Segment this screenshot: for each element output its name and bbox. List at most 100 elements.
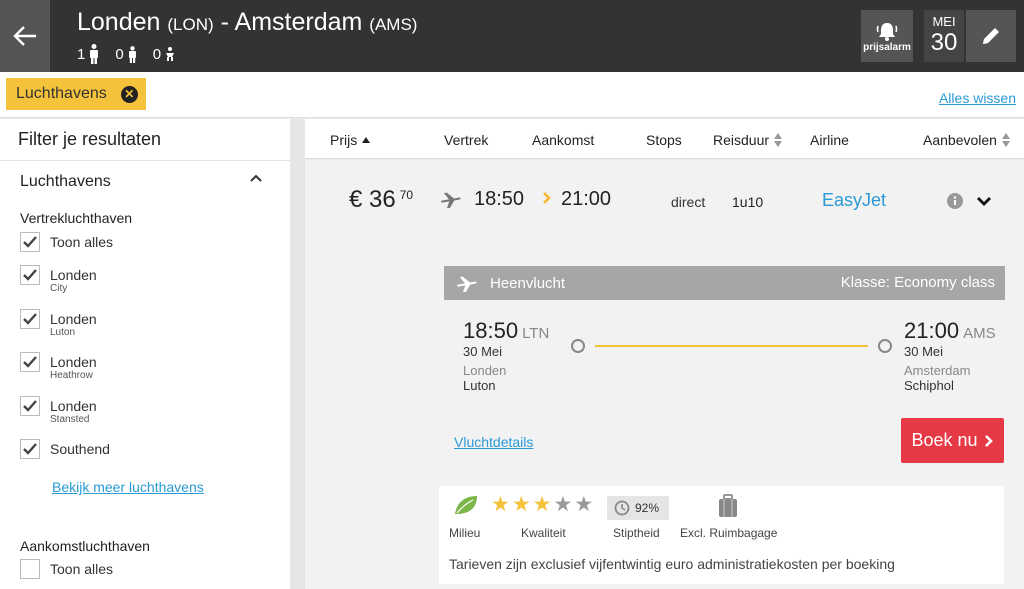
sort-departure-label: Vertrek xyxy=(444,132,489,148)
leg-departure-time: 18:50 xyxy=(463,318,519,343)
infant-icon xyxy=(166,47,175,61)
checkmark-icon xyxy=(23,269,37,281)
sort-arrival[interactable]: Aankomst xyxy=(532,132,594,148)
leg-arrival-city: Amsterdam xyxy=(904,363,971,378)
checkbox-southend[interactable]: Southend xyxy=(20,439,110,459)
sort-price[interactable]: Prijs xyxy=(330,132,371,148)
sort-duration[interactable]: Reisduur xyxy=(713,132,783,148)
filter-chip-label: Luchthavens xyxy=(16,85,107,102)
checkbox[interactable] xyxy=(20,439,40,459)
back-button[interactable] xyxy=(0,0,50,72)
sort-price-label: Prijs xyxy=(330,132,358,148)
punctuality-label: Stiptheid xyxy=(613,526,660,540)
arrow-left-icon xyxy=(13,26,36,46)
price-alarm-button[interactable]: prijsalarm xyxy=(861,10,913,62)
checkbox[interactable] xyxy=(20,396,40,416)
airline-name[interactable]: EasyJet xyxy=(822,190,886,211)
sort-recommended-label: Aanbevolen xyxy=(923,132,997,148)
destination-code: (AMS) xyxy=(369,15,418,34)
star-filled-icon: ★ xyxy=(532,493,552,516)
sort-airline-label: Airline xyxy=(810,132,849,148)
outbound-departure: 18:50 LTN 30 Mei Londen Luton xyxy=(463,318,549,393)
leg-departure-city: Londen xyxy=(463,363,507,378)
outbound-arrival: 21:00 AMS 30 Mei Amsterdam Schiphol xyxy=(904,318,996,393)
price-alarm-label: prijsalarm xyxy=(863,41,911,53)
chevron-down-icon[interactable] xyxy=(976,194,992,208)
sidebar-title: Filter je resultaten xyxy=(0,119,290,161)
checkbox[interactable] xyxy=(20,232,40,252)
sort-departure[interactable]: Vertrek xyxy=(444,132,488,148)
sidebar-scrollbar[interactable] xyxy=(290,119,305,589)
sort-stops[interactable]: Stops xyxy=(646,132,682,148)
flight-result: € 36 70 18:50 21:00 direct 1u10 EasyJet H… xyxy=(305,160,1024,589)
star-filled-icon: ★ xyxy=(511,493,531,516)
checkmark-icon xyxy=(23,443,37,455)
checkbox-london-luton[interactable]: Londen Luton xyxy=(20,309,97,339)
destination-city: Amsterdam xyxy=(234,8,363,36)
chevron-up-icon[interactable] xyxy=(248,171,264,187)
clock-icon xyxy=(614,500,630,516)
close-icon[interactable]: ✕ xyxy=(120,85,138,103)
checkbox-label: Toon alles xyxy=(50,561,114,577)
outbound-label: Heenvlucht xyxy=(490,274,566,292)
show-more-airports-link[interactable]: Bekijk meer luchthavens xyxy=(52,479,204,495)
sort-arrival-label: Aankomst xyxy=(532,132,595,148)
flight-details-link[interactable]: Vluchtdetails xyxy=(454,434,533,450)
passenger-summary: 1 0 0 xyxy=(77,44,185,64)
price-main: € 36 xyxy=(349,186,396,213)
sort-airline[interactable]: Airline xyxy=(810,132,849,148)
route-line xyxy=(595,345,868,347)
route-title: Londen (LON) - Amsterdam (AMS) xyxy=(77,8,417,37)
punctuality-value: 92% xyxy=(635,501,660,515)
quality-stars: ★ ★ ★ ★ ★ xyxy=(491,494,593,515)
airplane-icon xyxy=(457,276,477,292)
chevron-right-icon xyxy=(984,434,993,447)
clear-all-link[interactable]: Alles wissen xyxy=(939,90,1016,106)
leg-departure-airport: Luton xyxy=(463,378,496,393)
checkbox[interactable] xyxy=(20,265,40,285)
filter-sidebar: Filter je resultaten Luchthavens Vertrek… xyxy=(0,119,290,589)
baggage-label: Excl. Ruimbagage xyxy=(680,526,778,540)
checkbox-label: Londen Heathrow xyxy=(50,354,97,381)
sort-stops-label: Stops xyxy=(646,132,682,148)
checkbox-london-city[interactable]: Londen City xyxy=(20,265,97,295)
leaf-icon xyxy=(455,496,477,514)
date-day: 30 xyxy=(930,29,958,56)
departure-time: 18:50 xyxy=(474,188,525,210)
checkbox-london-stansted[interactable]: Londen Stansted xyxy=(20,396,97,426)
checkbox-show-all-departure[interactable]: Toon alles xyxy=(20,232,113,252)
pencil-icon xyxy=(983,28,999,44)
checkmark-icon xyxy=(23,236,37,248)
checkbox[interactable] xyxy=(20,559,40,579)
infant-count: 0 xyxy=(152,45,162,63)
travel-class: Klasse: Economy class xyxy=(840,274,995,291)
edit-search-button[interactable] xyxy=(966,10,1016,62)
sort-arrows-icon xyxy=(1001,133,1010,147)
book-now-button[interactable]: Boek nu xyxy=(901,418,1004,463)
checkmark-icon xyxy=(23,313,37,325)
sort-bar: Prijs Vertrek Aankomst Stops Reisduur Ai… xyxy=(305,119,1024,159)
leg-departure-code: LTN xyxy=(522,325,550,342)
checkmark-icon xyxy=(23,400,37,412)
checkbox[interactable] xyxy=(20,352,40,372)
sort-arrows-icon xyxy=(774,133,783,147)
leg-departure-date: 30 Mei xyxy=(463,344,503,359)
origin-code: (LON) xyxy=(167,15,214,34)
checkbox-show-all-arrival[interactable]: Toon alles xyxy=(20,559,113,579)
outbound-header: Heenvlucht Klasse: Economy class xyxy=(444,266,1005,300)
sort-duration-label: Reisduur xyxy=(713,132,770,148)
checkbox[interactable] xyxy=(20,309,40,329)
checkbox-label: Londen Stansted xyxy=(50,398,97,425)
airports-section-heading: Luchthavens xyxy=(20,173,111,190)
duration-value: 1u10 xyxy=(732,194,764,210)
quality-label: Kwaliteit xyxy=(521,526,566,540)
filter-chip-airports[interactable]: Luchthavens ✕ xyxy=(6,78,146,110)
checkbox-london-heathrow[interactable]: Londen Heathrow xyxy=(20,352,97,382)
sort-recommended[interactable]: Aanbevolen xyxy=(923,132,1011,148)
leg-arrival-time: 21:00 xyxy=(904,318,960,343)
date-month: MEI xyxy=(932,14,956,29)
sort-ascending-icon xyxy=(362,137,371,143)
price-cents: 70 xyxy=(399,188,414,202)
top-bar: Londen (LON) - Amsterdam (AMS) 1 0 0 pri… xyxy=(0,0,1024,72)
info-icon[interactable] xyxy=(947,193,963,209)
